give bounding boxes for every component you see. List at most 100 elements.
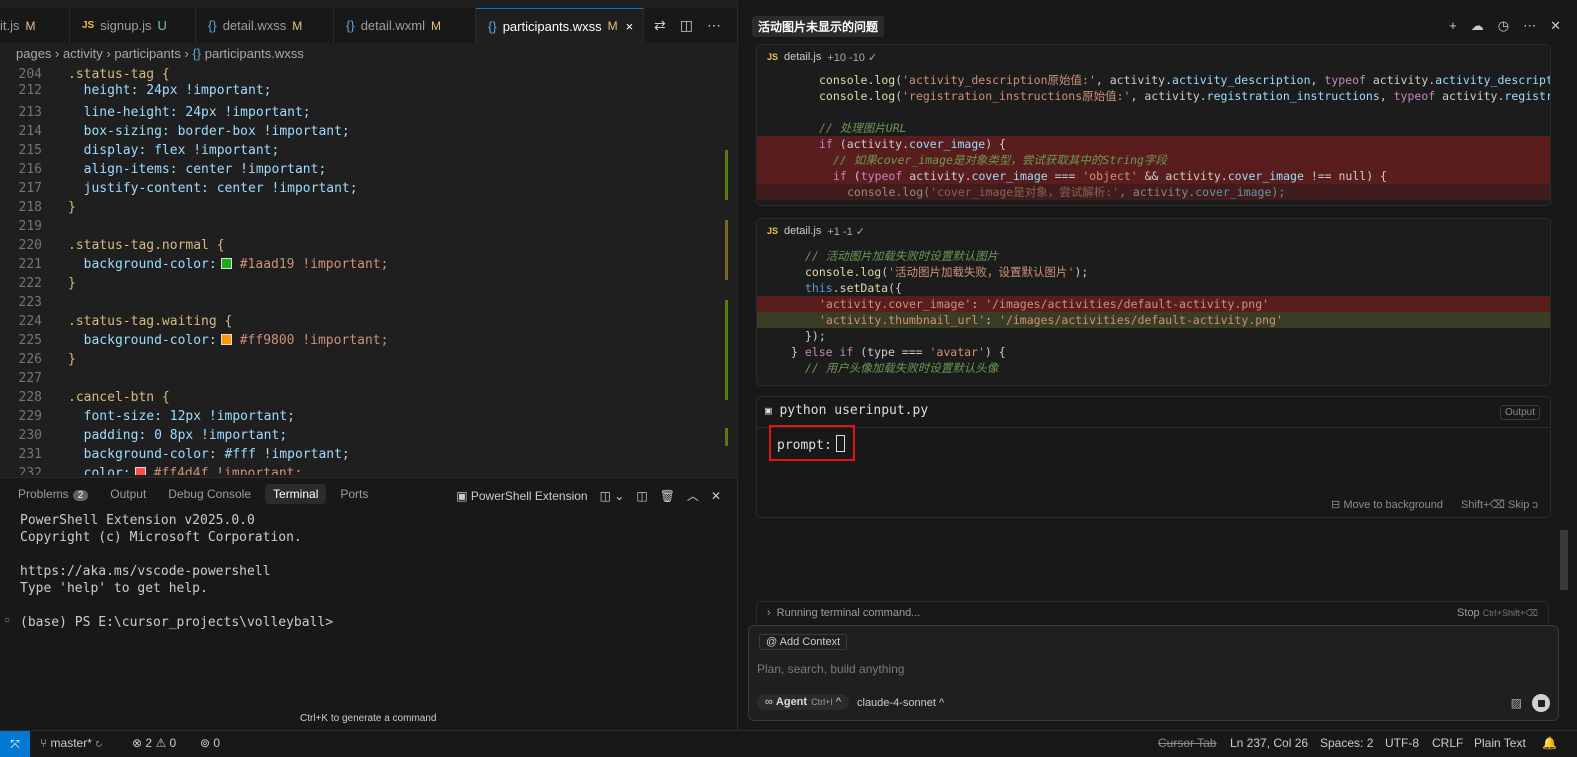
cursor-tab-toggle[interactable]: Cursor Tab [1158,736,1216,750]
tab-detail-wxml[interactable]: {} detail.wxml M [334,8,476,43]
code-line[interactable]: 220 .status-tag.normal { [0,236,225,255]
diff-header[interactable]: JS detail.js +1 -1 ✓ [757,219,1550,243]
branch-indicator[interactable]: ⑂ master* ↻ [40,736,102,750]
code-line[interactable]: 227 [0,369,68,388]
code-line[interactable]: 231 background-color: #fff !important; [0,445,350,464]
code-line[interactable]: 213 line-height: 24px !important; [0,103,311,122]
trash-icon[interactable]: 🗑 [660,489,675,503]
diff-header[interactable]: JS detail.js +10 -10 ✓ [757,45,1550,69]
code-editor[interactable]: 204 .status-tag {212 height: 24px !import… [0,65,737,475]
split-editor-icon[interactable]: ◫ [680,17,693,34]
prompt-input[interactable]: prompt: [777,435,845,453]
stop-button[interactable]: Stop Ctrl+Shift+⌫ [1457,607,1538,619]
compare-changes-icon[interactable]: ⇄ [654,17,666,34]
code-line[interactable]: 218} [0,198,76,217]
background-icon: ⊟ [1331,499,1341,511]
terminal-tool-card: ▣ python userinput.py Output prompt: ⊟ M… [756,396,1551,518]
code-line[interactable]: 225 background-color: #ff9800 !important; [0,331,389,350]
tab-output[interactable]: Output [102,484,154,504]
image-icon[interactable]: ▨ [1511,696,1522,710]
terminal-shell-selector[interactable]: ▣ PowerShell Extension [456,489,587,503]
code-line[interactable]: 222} [0,274,76,293]
cloud-icon[interactable]: ☁ [1471,18,1484,34]
terminal-line: Type 'help' to get help. [20,581,208,596]
color-swatch[interactable] [220,258,232,269]
code-line[interactable]: 212 height: 24px !important; [0,81,272,100]
skip-button[interactable]: Shift+⌫ Skip ↄ [1461,498,1538,511]
chat-input[interactable]: Plan, search, build anything [757,662,904,676]
code-line[interactable]: 214 box-sizing: border-box !important; [0,122,350,141]
notifications-icon[interactable]: 🔔 [1542,736,1557,750]
terminal-circle-icon: ○ [4,615,11,626]
add-context-button[interactable]: @ Add Context [759,634,848,650]
tab-problems[interactable]: Problems 2 [10,484,96,504]
tab-detail-wxss[interactable]: {} detail.wxss M [196,8,334,43]
layout-icon[interactable]: ◫ [636,489,647,503]
line-ending[interactable]: CRLF [1432,736,1463,750]
code-line[interactable]: 228 .cancel-btn { [0,388,170,407]
terminal-line: https://aka.ms/vscode-powershell [20,564,271,579]
chat-title[interactable]: 活动图片未显示的问题 [752,16,885,37]
cursor-position[interactable]: Ln 237, Col 26 [1230,736,1308,750]
code-line[interactable]: 223 [0,293,68,312]
encoding[interactable]: UTF-8 [1385,736,1419,750]
indentation[interactable]: Spaces: 2 [1320,736,1373,750]
terminal-icon: ▣ [456,488,468,503]
plus-icon[interactable]: + [1449,18,1457,34]
problems-indicator[interactable]: ⊗ 2 ⚠ 0 [132,736,176,750]
css-file-icon: {} [192,46,202,61]
more-actions-icon[interactable]: ⋯ [707,17,721,34]
tab-participants-wxss[interactable]: {} participants.wxss M × [476,8,644,43]
model-selector[interactable]: claude-4-sonnet ^ [857,697,944,709]
scrollbar[interactable] [1560,530,1568,590]
tab-terminal[interactable]: Terminal [265,484,327,504]
tab-debug-console[interactable]: Debug Console [160,484,259,504]
divider [757,427,1550,428]
color-swatch[interactable] [220,334,232,345]
code-line[interactable]: 215 display: flex !important; [0,141,280,160]
maximize-panel-icon[interactable]: ︿ [687,487,699,504]
terminal-line: (base) PS E:\cursor_projects\volleyball> [20,615,334,630]
code-line[interactable]: 232 color: #ff4d4f !important; [0,464,302,475]
editor-area: it.js M JS signup.js U {} detail.wxss M {} det… [0,0,738,731]
terminal-output[interactable]: PowerShell Extension v2025.0.0 Copyright … [20,512,333,631]
skip-icon: ↄ [1532,499,1539,511]
code-line[interactable]: 224 .status-tag.waiting { [0,312,233,331]
terminal-hint: Ctrl+K to generate a command [300,713,437,724]
git-modified-marker [725,150,728,200]
tab-it-js[interactable]: it.js M [0,8,70,43]
more-actions-icon[interactable]: ⋯ [1523,18,1536,34]
remote-icon[interactable]: ⤧ [0,731,30,757]
code-line[interactable]: 230 padding: 0 8px !important; [0,426,288,445]
editor-tabs: it.js M JS signup.js U {} detail.wxss M {} det… [0,8,737,43]
running-command-bar[interactable]: › Running terminal command... Stop Ctrl+… [756,601,1549,623]
close-icon[interactable]: ✕ [1550,18,1561,34]
code-line[interactable]: 226} [0,350,76,369]
code-line[interactable]: 229 font-size: 12px !important; [0,407,295,426]
js-file-icon: JS [767,52,779,62]
code-line[interactable]: 221 background-color: #1aad19 !important; [0,255,389,274]
code-line[interactable]: 219 [0,217,68,236]
terminal-icon: ▣ [765,404,772,417]
split-terminal-icon[interactable]: ◫ ⌄ [600,489,625,503]
ports-indicator[interactable]: ⊚ 0 [200,736,220,750]
language-mode[interactable]: Plain Text [1474,736,1526,750]
js-file-icon: JS [767,226,779,236]
move-to-background-button[interactable]: ⊟ Move to background [1331,498,1443,511]
terminal-line: Copyright (c) Microsoft Corporation. [20,530,302,545]
color-swatch[interactable] [134,467,146,475]
git-added-marker [725,300,728,400]
close-panel-icon[interactable]: ✕ [711,489,721,503]
agent-mode-selector[interactable]: ∞ Agent Ctrl+I ^ [757,694,850,710]
stop-generation-button[interactable] [1532,694,1550,712]
problems-count-badge: 2 [72,490,89,501]
history-icon[interactable]: ◷ [1498,18,1509,34]
output-button[interactable]: Output [1499,405,1540,420]
tab-ports[interactable]: Ports [332,484,376,504]
sync-icon: ↻ [95,736,103,750]
code-line[interactable]: 217 justify-content: center !important; [0,179,358,198]
code-line[interactable]: 216 align-items: center !important; [0,160,327,179]
tab-signup-js[interactable]: JS signup.js U [70,8,196,43]
chevron-right-icon: › [767,606,771,619]
close-icon[interactable]: × [626,19,634,34]
